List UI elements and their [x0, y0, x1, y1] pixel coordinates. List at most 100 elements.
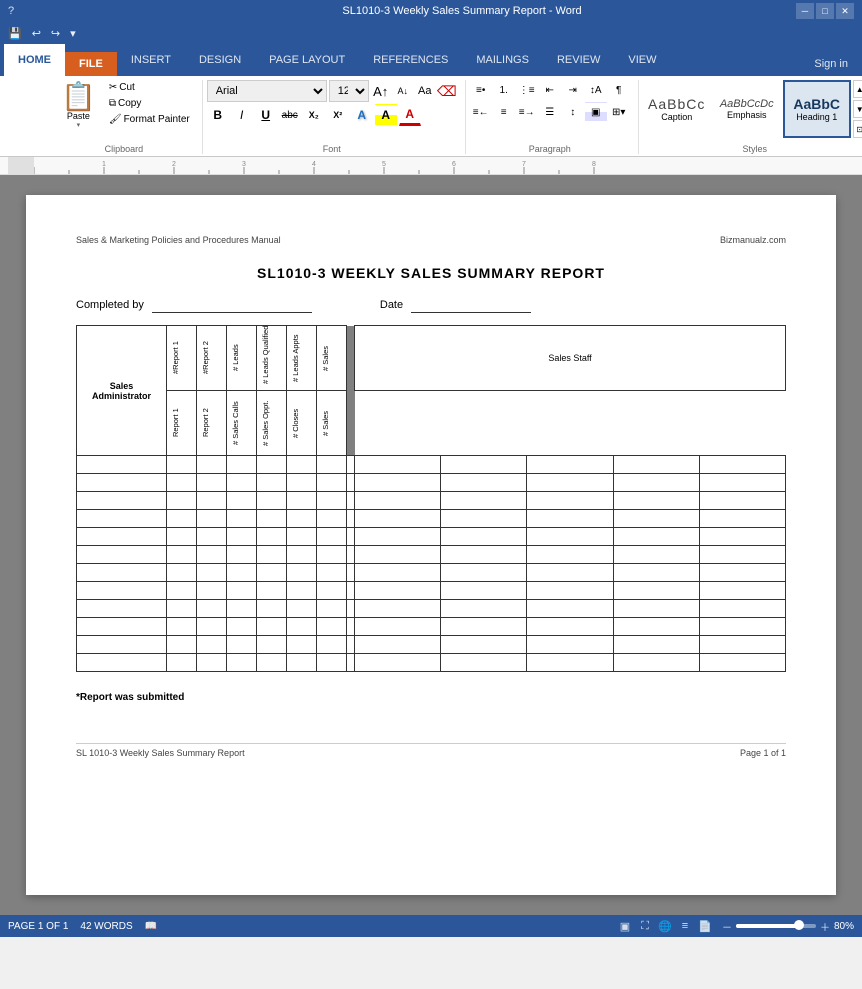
styles-container: AaBbCc Caption AaBbCcDc Emphasis AaBbC H…: [643, 80, 862, 138]
subscript-button[interactable]: X₂: [303, 104, 325, 126]
col-sales-oppt: # Sales Oppt.: [257, 391, 287, 456]
tab-insert[interactable]: INSERT: [117, 44, 185, 76]
text-effects-btn[interactable]: A: [351, 104, 373, 126]
zoom-in-btn[interactable]: ＋: [820, 919, 830, 934]
caption-label: Caption: [661, 112, 692, 122]
styles-more[interactable]: ⊡: [853, 120, 862, 138]
font-color-btn[interactable]: A: [399, 104, 421, 126]
date-section: Date: [380, 297, 531, 313]
ruler: 1 2 3 4 5 6 7 8: [0, 157, 862, 175]
cut-button[interactable]: ✂ Cut: [105, 80, 194, 95]
sort-btn[interactable]: ↕A: [585, 80, 607, 100]
tab-design[interactable]: DESIGN: [185, 44, 255, 76]
paragraph-group: ≡• 1. ⋮≡ ⇤ ⇥ ↕A ¶ ≡← ≡ ≡→ ☰ ↕ ▣: [466, 80, 639, 154]
undo-quick-btn[interactable]: ↩: [28, 25, 45, 42]
tab-review[interactable]: REVIEW: [543, 44, 614, 76]
styles-scroll-up[interactable]: ▲: [853, 80, 862, 98]
justify-btn[interactable]: ☰: [539, 102, 561, 122]
svg-text:8: 8: [592, 161, 596, 168]
date-label: Date: [380, 299, 403, 311]
zoom-slider-thumb[interactable]: [794, 920, 804, 930]
save-quick-btn[interactable]: 💾: [4, 25, 26, 42]
emphasis-label: Emphasis: [727, 110, 767, 120]
clipboard-group: 📋 Paste ▾ ✂ Cut ⧉ Copy 🖌 Format P: [50, 80, 203, 154]
borders-btn[interactable]: ⊞▾: [608, 102, 630, 122]
help-icon[interactable]: ?: [8, 5, 14, 17]
decrease-font-btn[interactable]: A↓: [393, 81, 413, 101]
sign-in-button[interactable]: Sign in: [800, 52, 862, 76]
change-case-btn[interactable]: Aa: [415, 81, 435, 101]
show-hide-btn[interactable]: ¶: [608, 80, 630, 100]
paragraph-group-name: Paragraph: [470, 142, 630, 154]
align-right-btn[interactable]: ≡→: [516, 102, 538, 122]
paste-icon: 📋: [61, 83, 96, 111]
copy-button[interactable]: ⧉ Copy: [105, 96, 194, 111]
decrease-indent-btn[interactable]: ⇤: [539, 80, 561, 100]
word-count: 42 WORDS: [80, 921, 132, 932]
proofing-icon[interactable]: 📖: [145, 921, 157, 932]
title-bar: ? SL1010-3 Weekly Sales Summary Report -…: [0, 0, 862, 22]
tab-references[interactable]: REFERENCES: [359, 44, 462, 76]
numbering-btn[interactable]: 1.: [493, 80, 515, 100]
table-row: [77, 582, 786, 600]
table-row: [77, 636, 786, 654]
style-heading1[interactable]: AaBbC Heading 1: [783, 80, 851, 138]
page-footer: SL 1010-3 Weekly Sales Summary Report Pa…: [76, 743, 786, 758]
table-row: [77, 600, 786, 618]
style-emphasis[interactable]: AaBbCcDc Emphasis: [713, 80, 781, 138]
zoom-out-btn[interactable]: －: [722, 919, 732, 934]
paste-button[interactable]: 📋 Paste ▾: [54, 80, 103, 132]
text-highlight-btn[interactable]: A: [375, 104, 397, 126]
heading1-label: Heading 1: [796, 112, 837, 122]
strikethrough-button[interactable]: abc: [279, 104, 301, 126]
web-layout-icon[interactable]: 🌐: [656, 918, 674, 934]
col-report1-admin: #Report 1: [167, 326, 197, 391]
tab-home[interactable]: HOME: [4, 44, 65, 76]
table-row: [77, 546, 786, 564]
superscript-button[interactable]: X²: [327, 104, 349, 126]
tab-page-layout[interactable]: PAGE LAYOUT: [255, 44, 359, 76]
more-quick-btn[interactable]: ▾: [66, 25, 80, 42]
increase-indent-btn[interactable]: ⇥: [562, 80, 584, 100]
italic-button[interactable]: I: [231, 104, 253, 126]
increase-font-btn[interactable]: A↑: [371, 81, 391, 101]
quick-access-toolbar: 💾 ↩ ↪ ▾: [0, 22, 862, 44]
draft-view-icon[interactable]: 📄: [696, 918, 714, 934]
col-report2-admin: #Report 2: [197, 326, 227, 391]
tab-mailings[interactable]: MAILINGS: [462, 44, 543, 76]
style-caption[interactable]: AaBbCc Caption: [643, 80, 711, 138]
tab-file[interactable]: FILE: [65, 52, 117, 76]
svg-text:1: 1: [102, 161, 106, 168]
para-controls: ≡• 1. ⋮≡ ⇤ ⇥ ↕A ¶ ≡← ≡ ≡→ ☰ ↕ ▣: [470, 80, 630, 122]
line-spacing-btn[interactable]: ↕: [562, 102, 584, 122]
print-layout-icon[interactable]: ▣: [616, 918, 634, 934]
zoom-slider[interactable]: [736, 924, 816, 928]
redo-quick-btn[interactable]: ↪: [47, 25, 64, 42]
styles-group-name: Styles: [643, 142, 862, 154]
font-group-name: Font: [207, 142, 457, 154]
bold-button[interactable]: B: [207, 104, 229, 126]
full-screen-icon[interactable]: ⛶: [636, 918, 654, 934]
multilevel-btn[interactable]: ⋮≡: [516, 80, 538, 100]
bullets-btn[interactable]: ≡•: [470, 80, 492, 100]
format-painter-button[interactable]: 🖌 Format Painter: [105, 112, 194, 127]
shading-btn[interactable]: ▣: [585, 102, 607, 122]
maximize-button[interactable]: □: [816, 3, 834, 19]
align-left-btn[interactable]: ≡←: [470, 102, 492, 122]
minimize-button[interactable]: ─: [796, 3, 814, 19]
col-sales-staff: # Sales: [317, 391, 347, 456]
font-size-select[interactable]: 12: [329, 80, 369, 102]
outline-view-icon[interactable]: ≡: [676, 918, 694, 934]
date-field[interactable]: [411, 297, 531, 313]
tab-view[interactable]: VIEW: [614, 44, 670, 76]
col-leads-qualified: # Leads Qualified: [257, 326, 287, 391]
close-button[interactable]: ✕: [836, 3, 854, 19]
underline-button[interactable]: U: [255, 104, 277, 126]
clear-format-btn[interactable]: ⌫: [437, 81, 457, 101]
align-center-btn[interactable]: ≡: [493, 102, 515, 122]
page-info: PAGE 1 OF 1: [8, 921, 68, 932]
font-family-select[interactable]: Arial: [207, 80, 327, 102]
svg-text:4: 4: [312, 161, 316, 168]
completed-by-field[interactable]: [152, 297, 312, 313]
styles-scroll-down[interactable]: ▼: [853, 100, 862, 118]
